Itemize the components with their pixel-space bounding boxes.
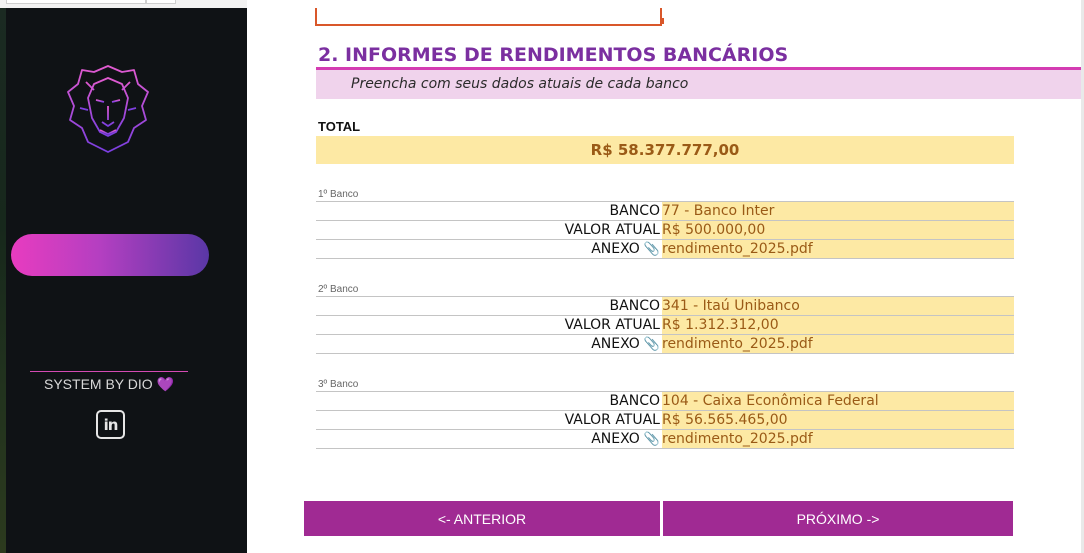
- sidebar-nav-pill[interactable]: [11, 234, 209, 276]
- bank-title: 2º Banco: [316, 283, 1014, 297]
- top-strip: [0, 0, 247, 8]
- bank-field[interactable]: 104 - Caixa Econômica Federal: [662, 392, 1014, 410]
- value-field[interactable]: R$ 56.565.465,00: [662, 411, 1014, 429]
- attachment-row: ANEXO 📎 rendimento_2025.pdf: [316, 240, 1014, 259]
- bank-group: 2º Banco BANCO 341 - Itaú Unibanco VALOR…: [316, 283, 1014, 354]
- lion-logo: [67, 65, 149, 153]
- bank-group: 3º Banco BANCO 104 - Caixa Econômica Fed…: [316, 378, 1014, 449]
- bank-label: BANCO: [609, 393, 660, 409]
- paperclip-icon[interactable]: 📎: [644, 431, 660, 449]
- bank-field[interactable]: 77 - Banco Inter: [662, 202, 1014, 220]
- page: SYSTEM BY DIO 💜 in 2. INFORMES DE RENDIM…: [0, 0, 1084, 553]
- bank-title: 3º Banco: [316, 378, 1014, 392]
- system-label-text: SYSTEM BY DIO: [44, 376, 153, 392]
- heart-icon: 💜: [156, 376, 174, 392]
- system-label: SYSTEM BY DIO 💜: [30, 376, 188, 393]
- attachment-label: ANEXO: [591, 431, 640, 447]
- bank-row: BANCO 104 - Caixa Econômica Federal: [316, 392, 1014, 411]
- attachment-file-link[interactable]: rendimento_2025.pdf: [662, 430, 1014, 448]
- value-label: VALOR ATUAL: [564, 412, 660, 428]
- total-value: R$ 58.377.777,00: [316, 136, 1014, 164]
- linkedin-label: in: [103, 415, 119, 434]
- value-label: VALOR ATUAL: [564, 222, 660, 238]
- top-input-field[interactable]: [6, 0, 146, 4]
- total-label: TOTAL: [318, 119, 361, 134]
- attachment-row: ANEXO 📎 rendimento_2025.pdf: [316, 430, 1014, 449]
- value-row: VALOR ATUAL R$ 56.565.465,00: [316, 411, 1014, 430]
- next-button[interactable]: PRÓXIMO ->: [663, 501, 1013, 536]
- sidebar-divider: [30, 371, 188, 372]
- value-field[interactable]: R$ 500.000,00: [662, 221, 1014, 239]
- sidebar: SYSTEM BY DIO 💜 in: [0, 8, 247, 553]
- attachment-label: ANEXO: [591, 241, 640, 257]
- bank-title: 1º Banco: [316, 188, 1014, 202]
- bank-group: 1º Banco BANCO 77 - Banco Inter VALOR AT…: [316, 188, 1014, 259]
- attachment-label-cell: ANEXO 📎: [316, 430, 662, 448]
- attachment-file-link[interactable]: rendimento_2025.pdf: [662, 335, 1014, 353]
- previous-section-box: [315, 8, 664, 26]
- paperclip-icon[interactable]: 📎: [644, 241, 660, 259]
- previous-button[interactable]: <- ANTERIOR: [304, 501, 660, 536]
- attachment-row: ANEXO 📎 rendimento_2025.pdf: [316, 335, 1014, 354]
- linkedin-icon[interactable]: in: [96, 410, 125, 439]
- paperclip-icon[interactable]: 📎: [644, 336, 660, 354]
- top-input-button[interactable]: [146, 0, 176, 4]
- bank-row: BANCO 341 - Itaú Unibanco: [316, 297, 1014, 316]
- section-subtitle: Preencha com seus dados atuais de cada b…: [351, 76, 689, 92]
- attachment-file-link[interactable]: rendimento_2025.pdf: [662, 240, 1014, 258]
- value-row: VALOR ATUAL R$ 500.000,00: [316, 221, 1014, 240]
- value-field[interactable]: R$ 1.312.312,00: [662, 316, 1014, 334]
- bank-label: BANCO: [609, 298, 660, 314]
- section-title: 2. INFORMES DE RENDIMENTOS BANCÁRIOS: [318, 44, 789, 66]
- bank-field[interactable]: 341 - Itaú Unibanco: [662, 297, 1014, 315]
- value-label: VALOR ATUAL: [564, 317, 660, 333]
- value-row: VALOR ATUAL R$ 1.312.312,00: [316, 316, 1014, 335]
- attachment-label: ANEXO: [591, 336, 640, 352]
- bank-label: BANCO: [609, 203, 660, 219]
- attachment-label-cell: ANEXO 📎: [316, 335, 662, 353]
- sidebar-edge: [0, 8, 6, 553]
- attachment-label-cell: ANEXO 📎: [316, 240, 662, 258]
- bank-row: BANCO 77 - Banco Inter: [316, 202, 1014, 221]
